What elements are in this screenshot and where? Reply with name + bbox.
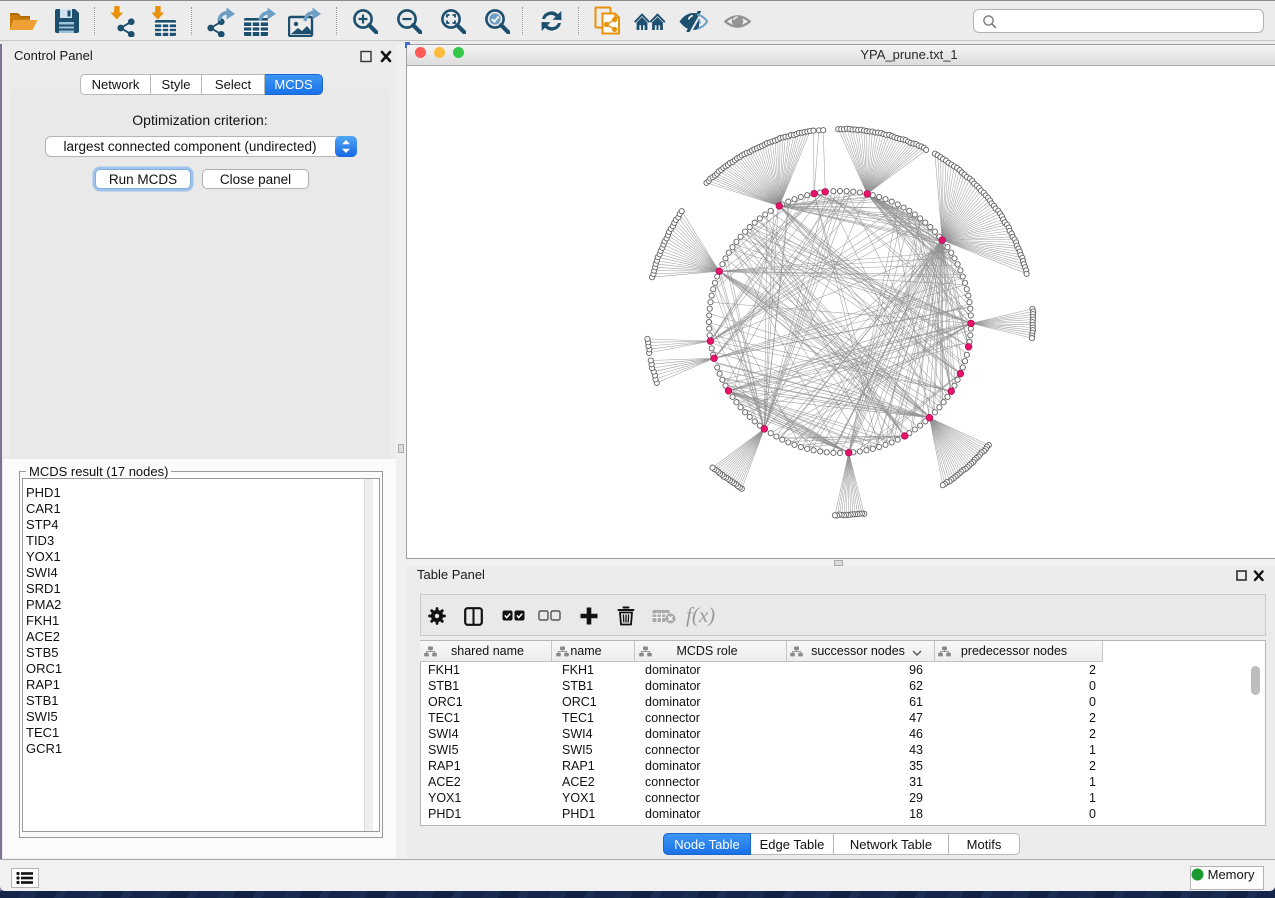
svg-text:f(x): f(x)	[686, 604, 715, 627]
